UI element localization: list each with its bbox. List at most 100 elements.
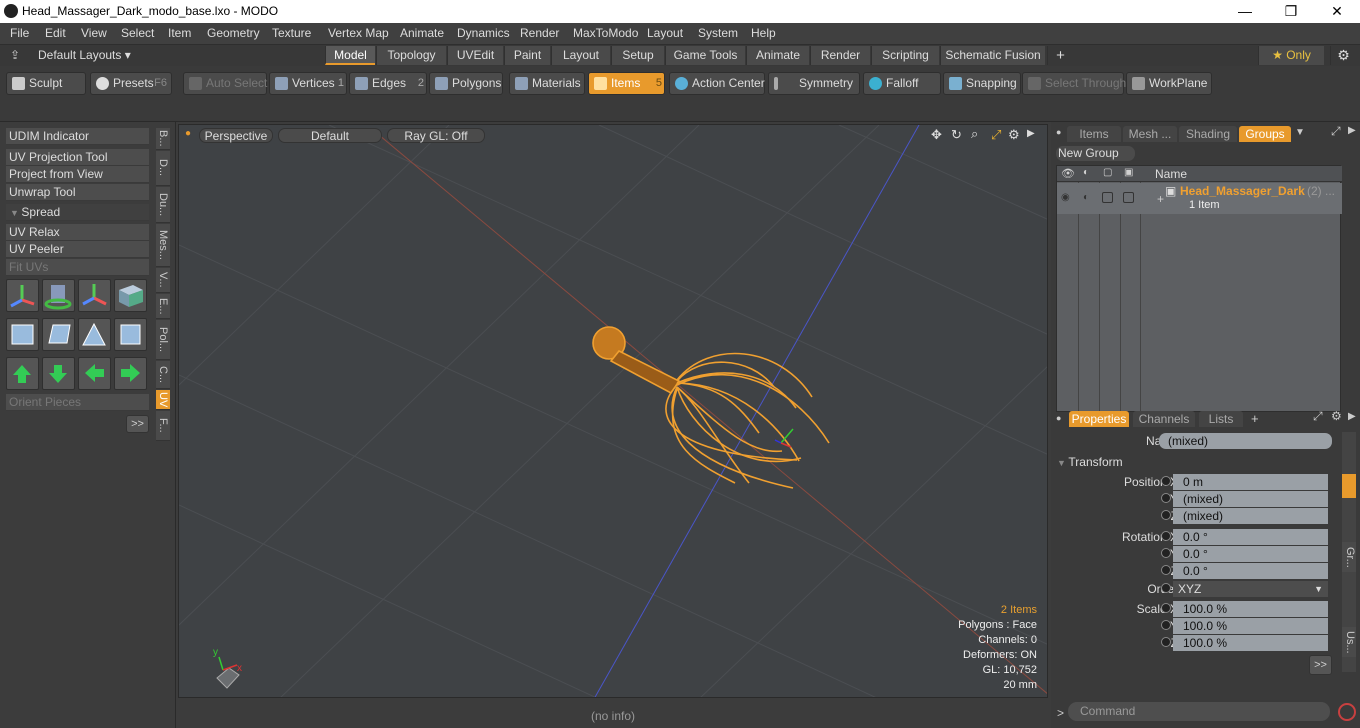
- tab-items[interactable]: Items: [1067, 126, 1121, 142]
- close-button[interactable]: ✕: [1314, 0, 1360, 23]
- default-layouts-dropdown[interactable]: Default Layouts ▾: [38, 48, 131, 62]
- viewport-gear-icon[interactable]: ⚙: [1008, 127, 1020, 143]
- menu-help[interactable]: Help: [751, 26, 776, 40]
- tab-render[interactable]: Render: [810, 46, 870, 65]
- properties-gear-icon[interactable]: ⚙: [1331, 409, 1342, 423]
- row-select-checkbox[interactable]: [1123, 192, 1134, 203]
- tab-topology[interactable]: Topology: [376, 46, 446, 65]
- add-properties-tab-icon[interactable]: +: [1251, 411, 1259, 426]
- menu-render[interactable]: Render: [520, 26, 559, 40]
- tab-layout[interactable]: Layout: [551, 46, 610, 65]
- properties-menu-icon[interactable]: ▶: [1348, 411, 1356, 422]
- polygons-button[interactable]: Polygons: [429, 72, 503, 95]
- shading-dropdown[interactable]: Default: [278, 128, 382, 143]
- scale-z-field[interactable]: 100.0 %: [1173, 635, 1328, 651]
- symmetry-button[interactable]: Symmetry: [768, 72, 860, 95]
- expand-plus-icon[interactable]: +: [1157, 192, 1164, 206]
- rotation-y-field[interactable]: 0.0 °: [1173, 546, 1328, 562]
- position-y-radio[interactable]: [1161, 493, 1171, 503]
- vtab-du[interactable]: Du...: [156, 187, 170, 223]
- name-field[interactable]: (mixed): [1159, 433, 1332, 449]
- vtab-f[interactable]: F...: [156, 411, 170, 441]
- uv-sphere-icon[interactable]: [6, 318, 39, 351]
- workplane-button[interactable]: WorkPlane: [1126, 72, 1212, 95]
- side-tab-us[interactable]: Us...: [1342, 627, 1356, 657]
- snapping-button[interactable]: Snapping: [943, 72, 1021, 95]
- menu-item[interactable]: Item: [168, 26, 191, 40]
- position-y-field[interactable]: (mixed): [1173, 491, 1328, 507]
- row-lock-checkbox[interactable]: [1102, 192, 1113, 203]
- side-tab-gr[interactable]: Gr...: [1342, 542, 1356, 572]
- uv-projection-tool-button[interactable]: UV Projection Tool: [6, 149, 149, 166]
- uv-pyramid-icon[interactable]: [78, 318, 111, 351]
- tab-channels[interactable]: Channels: [1133, 411, 1195, 427]
- properties-dot-icon[interactable]: ●: [1056, 413, 1061, 423]
- viewport-scene[interactable]: y x: [179, 125, 1048, 698]
- properties-more-button[interactable]: >>: [1309, 655, 1332, 675]
- menu-layout[interactable]: Layout: [647, 26, 683, 40]
- properties-side-active-tab[interactable]: [1342, 474, 1356, 498]
- tab-shading[interactable]: Shading: [1179, 126, 1237, 142]
- viewport-dot-icon[interactable]: ●: [185, 128, 191, 139]
- project-from-view-button[interactable]: Project from View: [6, 166, 149, 183]
- 3d-viewport[interactable]: y x ● Perspective Default Ray GL: Off ✥ …: [178, 124, 1048, 698]
- panel-menu-icon[interactable]: ▶: [1348, 125, 1356, 136]
- tab-lists[interactable]: Lists: [1199, 411, 1243, 427]
- tab-game-tools[interactable]: Game Tools: [665, 46, 745, 65]
- tab-animate[interactable]: Animate: [746, 46, 809, 65]
- menu-texture[interactable]: Texture: [272, 26, 311, 40]
- tab-scripting[interactable]: Scripting: [871, 46, 939, 65]
- zoom-icon[interactable]: ⌕: [971, 126, 978, 142]
- vtab-b[interactable]: B...: [156, 128, 170, 150]
- unwrap-tool-button[interactable]: Unwrap Tool: [6, 184, 149, 201]
- auto-select-button[interactable]: Auto Select: [183, 72, 267, 95]
- menu-geometry[interactable]: Geometry: [207, 26, 260, 40]
- vtab-d[interactable]: D...: [156, 151, 170, 186]
- properties-expand-icon[interactable]: ⤢: [1313, 409, 1323, 424]
- position-z-radio[interactable]: [1161, 510, 1171, 520]
- items-button[interactable]: Items 5: [588, 72, 665, 95]
- tab-model[interactable]: Model: [325, 46, 375, 65]
- falloff-button[interactable]: Falloff: [863, 72, 941, 95]
- udim-indicator-button[interactable]: UDIM Indicator: [6, 128, 149, 145]
- arrow-down-icon[interactable]: [42, 357, 75, 390]
- perspective-dropdown[interactable]: Perspective: [199, 128, 273, 143]
- row-render-icon[interactable]: ◐: [1083, 192, 1089, 203]
- new-group-button[interactable]: New Group: [1056, 146, 1135, 161]
- tab-mesh[interactable]: Mesh ...: [1123, 126, 1177, 142]
- menu-animate[interactable]: Animate: [400, 26, 444, 40]
- menu-system[interactable]: System: [698, 26, 738, 40]
- only-toggle[interactable]: ★ Only: [1258, 46, 1324, 65]
- group-row[interactable]: ◉ ◐ + ▣ Head_Massager_Dark (2) ... 1 Ite…: [1057, 183, 1342, 214]
- action-center-button[interactable]: Action Center: [669, 72, 765, 95]
- vtab-e[interactable]: E...: [156, 294, 170, 319]
- uv-box-icon[interactable]: [114, 279, 147, 312]
- tab-paint[interactable]: Paint: [504, 46, 550, 65]
- rotation-z-radio[interactable]: [1161, 565, 1171, 575]
- transform-section[interactable]: ▼ Transform: [1057, 454, 1335, 470]
- menu-vertex-map[interactable]: Vertex Map: [328, 26, 389, 40]
- pan-icon[interactable]: ✥: [931, 127, 942, 143]
- rotation-x-radio[interactable]: [1161, 531, 1171, 541]
- menu-view[interactable]: View: [81, 26, 107, 40]
- rotation-y-radio[interactable]: [1161, 548, 1171, 558]
- vtab-mes[interactable]: Mes...: [156, 224, 170, 267]
- groups-scrollbar[interactable]: [1348, 165, 1356, 412]
- edges-button[interactable]: Edges 2: [349, 72, 427, 95]
- maximize-button[interactable]: ❐: [1268, 0, 1314, 23]
- sculpt-button[interactable]: Sculpt: [6, 72, 86, 95]
- uv-move-icon[interactable]: [78, 279, 111, 312]
- expand-icon[interactable]: ⤢: [1331, 124, 1341, 139]
- scale-y-radio[interactable]: [1161, 620, 1171, 630]
- vtab-v[interactable]: V...: [156, 268, 170, 293]
- menu-edit[interactable]: Edit: [45, 26, 66, 40]
- fit-uvs-button[interactable]: Fit UVs: [6, 259, 149, 276]
- uv-transform-icon[interactable]: [6, 279, 39, 312]
- select-through-button[interactable]: Select Through: [1022, 72, 1126, 95]
- scale-y-field[interactable]: 100.0 %: [1173, 618, 1328, 634]
- arrow-right-icon[interactable]: [114, 357, 147, 390]
- scale-z-radio[interactable]: [1161, 637, 1171, 647]
- vtab-uv[interactable]: UV: [156, 390, 170, 410]
- gear-icon[interactable]: ⚙: [1330, 46, 1356, 65]
- rotation-z-field[interactable]: 0.0 °: [1173, 563, 1328, 579]
